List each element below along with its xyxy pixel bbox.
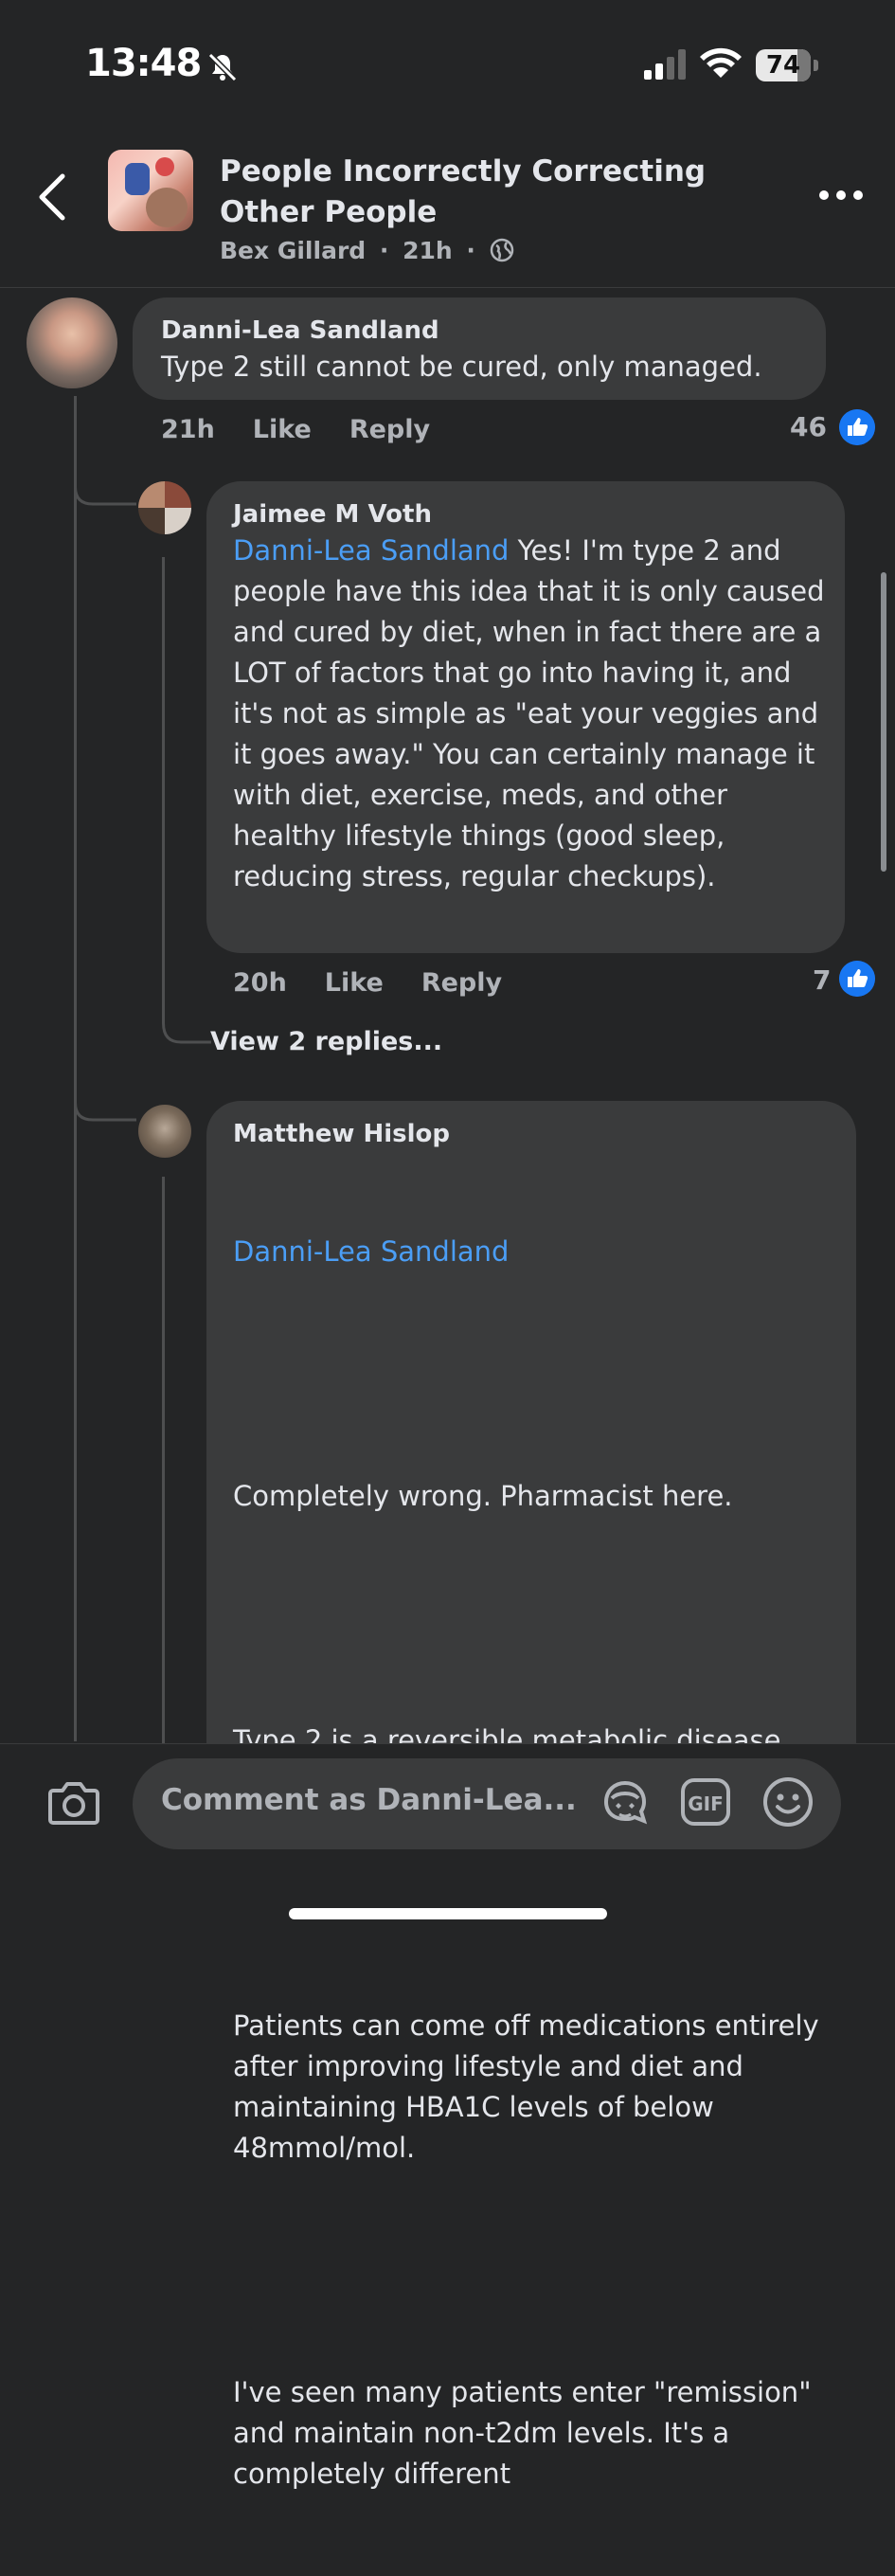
reply-button[interactable]: Reply [421,968,502,998]
comment-bubble[interactable]: Jaimee M Voth Danni-Lea Sandland Yes! I'… [206,481,845,953]
wifi-icon [700,47,742,78]
comment-time: 20h [233,968,287,998]
post-meta: Bex Gillard · 21h · [220,237,514,264]
camera-icon[interactable] [47,1777,100,1827]
comment-author[interactable]: Danni-Lea Sandland [161,316,439,345]
more-options-icon[interactable] [818,184,864,207]
comment-body: Yes! I'm type 2 and people have this ide… [233,534,833,892]
thumbs-up-icon[interactable] [839,961,875,997]
mention-link[interactable]: Danni-Lea Sandland [233,534,509,567]
home-indicator[interactable] [289,1908,607,1919]
comment-time: 21h [161,415,215,444]
comment-bubble[interactable]: Danni-Lea Sandland Type 2 still cannot b… [133,297,826,400]
emoji-icon[interactable] [761,1775,814,1828]
group-avatar[interactable] [108,150,193,231]
comment-text: Type 2 still cannot be cured, only manag… [161,351,762,383]
comment-paragraph: I've seen many patients enter "remission… [233,2376,820,2490]
avatar[interactable] [138,481,191,534]
battery-level: 74 [765,51,801,80]
comment-actions: 21h Like Reply [161,415,468,444]
bell-off-icon [207,52,238,82]
post-time[interactable]: 21h [403,237,453,264]
like-button[interactable]: Like [253,415,312,444]
meta-separator: · [379,237,389,264]
like-count[interactable]: 46 [790,411,827,442]
comment-paragraph: Patients can come off medications entire… [233,2009,828,2164]
comment-author[interactable]: Jaimee M Voth [233,500,432,529]
battery-icon: 74 [756,49,818,81]
avatar[interactable] [138,1105,191,1158]
cellular-signal-icon [644,49,686,80]
comment-paragraph: Completely wrong. Pharmacist here. [233,1480,733,1512]
meta-separator-2: · [466,237,475,264]
mention-link[interactable]: Danni-Lea Sandland [233,1232,849,1272]
globe-icon [490,238,513,262]
thread-line-reply-2 [162,1177,165,1745]
gif-icon[interactable]: GIF [680,1777,731,1827]
comment-actions: 20h Like Reply [233,968,540,998]
comment-bubble[interactable]: Matthew Hislop Danni-Lea Sandland Comple… [206,1101,856,2490]
comment-author[interactable]: Matthew Hislop [233,1120,450,1148]
status-time: 13:48 [85,42,202,85]
thread-line-main [74,396,77,1741]
thread-curve-3 [162,1004,211,1044]
header-divider [0,287,895,288]
comment-text: Danni-Lea Sandland Yes! I'm type 2 and p… [233,531,835,897]
comment-input-placeholder: Comment as Danni-Lea... [161,1783,577,1817]
thread-line-reply-1 [162,557,165,1018]
scrollbar[interactable] [881,572,886,872]
view-replies-link[interactable]: View 2 replies... [210,1027,442,1056]
page-title[interactable]: People Incorrectly Correcting Other Peop… [220,152,750,233]
reply-button[interactable]: Reply [349,415,430,444]
post-author[interactable]: Bex Gillard [220,237,366,264]
avatar-sticker-icon[interactable] [599,1775,652,1828]
back-chevron-icon[interactable] [34,171,72,224]
thread-curve-2 [74,1080,136,1122]
like-count[interactable]: 7 [813,964,831,996]
thumbs-up-icon[interactable] [839,409,875,445]
thread-curve-1 [74,464,136,506]
svg-text:GIF: GIF [688,1792,724,1815]
avatar[interactable] [27,297,117,388]
like-button[interactable]: Like [325,968,384,998]
